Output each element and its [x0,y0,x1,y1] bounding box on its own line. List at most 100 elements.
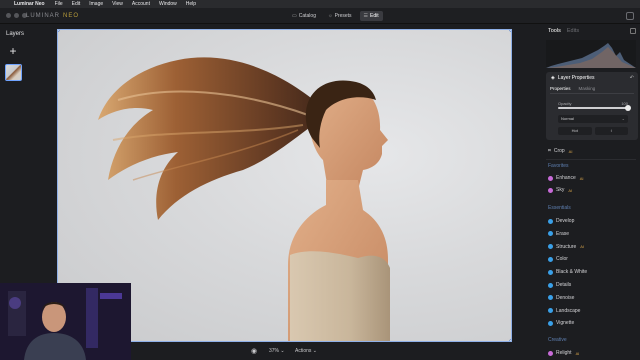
mode-switcher: ▭ Catalog ☼ Presets ☰ Edit [288,11,383,21]
crop-handle-bottom-right[interactable] [509,339,511,341]
minimize-window-button[interactable] [14,13,19,18]
ai-badge: AI [575,350,580,356]
layers-icon: ◈ [551,75,555,81]
menu-window[interactable]: Window [159,0,177,8]
layer-properties-header[interactable]: ◈ Layer Properties [551,75,595,81]
tool-icon [548,282,553,288]
blend-mode-value: Normal [561,116,574,121]
zoom-dropdown[interactable]: 37% ⌄ [269,347,285,356]
tab-presets[interactable]: ☼ Presets [324,11,356,21]
opacity-slider[interactable] [558,105,631,111]
opacity-slider-fill [558,107,628,109]
tab-edit-label: Edit [370,13,379,19]
tab-presets-label: Presets [334,13,352,19]
menu-account[interactable]: Account [132,0,150,8]
menu-image[interactable]: Image [89,0,103,8]
presets-icon: ☼ [327,13,333,19]
tab-properties[interactable]: Properties [550,86,571,91]
tool-relight[interactable]: Relight AI [548,349,579,357]
tab-catalog-label: Catalog [298,13,316,19]
section-creative: Creative [548,337,567,343]
tool-label: Color [556,256,568,263]
tool-label: Sky [556,187,565,193]
menu-view[interactable]: View [112,0,123,8]
brand-name: LUMINAR [26,13,61,19]
add-layer-button[interactable]: + [7,45,19,57]
menu-edit[interactable]: Edit [72,0,81,8]
tool-icon [548,308,553,314]
tool-erase[interactable]: Erase [548,230,569,238]
chevron-down-icon: ⌄ [621,116,625,121]
section-essentials: Essentials [548,205,571,211]
tool-label: Black & White [556,269,588,276]
tool-label: Structure [556,243,577,250]
close-window-button[interactable] [6,13,11,18]
crop-icon: ⌗ [548,148,551,154]
tab-masking[interactable]: Masking [579,86,596,91]
folder-icon: ▭ [292,13,297,19]
tool-vignette[interactable]: Vignette [548,319,574,327]
ai-badge: AI [568,187,573,193]
webcam-overlay [0,283,131,360]
tool-label: Vignette [556,320,575,327]
tool-label: Enhance [556,175,576,181]
tool-structure[interactable]: Structure AI [548,243,584,251]
export-icon[interactable] [626,12,634,20]
tool-details[interactable]: Details [548,281,571,289]
hot-button[interactable]: Hot [558,127,592,135]
tool-icon [548,187,553,193]
tab-tools[interactable]: Tools [548,28,561,34]
menu-help[interactable]: Help [186,0,196,8]
blend-mode-select[interactable]: Normal ⌄ [558,115,628,123]
layer-properties-tabs: Properties Masking [550,86,634,94]
tool-crop[interactable]: ⌗ Crop AI [548,147,572,155]
menu-bar: Luminar Neo File Edit Image View Account… [0,0,640,8]
histogram-graph [546,43,636,68]
section-favorites: Favorites [548,163,569,169]
opacity-slider-knob[interactable] [625,105,631,111]
tab-edits[interactable]: Edits [567,28,579,34]
tool-sky[interactable]: Sky AI [548,186,572,194]
presenter-video [0,283,131,360]
ai-badge: AI [579,175,584,181]
tool-label: Details [556,282,572,288]
tool-develop[interactable]: Develop [548,217,574,225]
histogram-toggle-icon[interactable] [630,28,636,34]
tool-landscape[interactable]: Landscape [548,307,580,315]
app-logo: LUMINAR NEO [26,11,79,21]
tool-label: Relight [556,350,572,356]
tab-edit[interactable]: ☰ Edit [359,11,383,21]
tool-color[interactable]: Color [548,255,568,263]
ai-badge: AI [568,148,573,154]
opacity-label: Opacity [558,101,572,106]
crop-handle-top-right[interactable] [509,30,511,32]
tool-icon [548,295,553,301]
layer-properties-title: Layer Properties [557,75,595,81]
tool-icon [548,218,553,224]
tool-black-white[interactable]: Black & White [548,268,587,276]
actions-dropdown[interactable]: Actions ⌄ [295,347,317,356]
brand-suffix: NEO [63,13,80,19]
tool-denoise[interactable]: Denoise [548,294,574,302]
sliders-icon: ☰ [363,13,368,19]
layer-thumbnail[interactable] [5,64,22,81]
layers-title: Layers [6,31,25,37]
undo-icon[interactable]: ↶ [630,75,634,81]
tool-label: Denoise [556,294,575,301]
window-controls [6,13,27,18]
tool-icon [548,244,553,250]
divider [546,159,636,160]
eye-icon[interactable]: ◉ [251,347,257,355]
layer-buttons: Hot ↕ [558,127,628,135]
flip-button[interactable]: ↕ [594,127,628,135]
tool-enhance[interactable]: Enhance AI [548,174,584,182]
layer-properties-card: ◈ Layer Properties ↶ Properties Masking … [546,72,638,140]
tool-icon [548,175,553,181]
tool-icon [548,320,553,326]
tab-catalog[interactable]: ▭ Catalog [288,11,320,21]
tool-label: Landscape [556,307,581,314]
app-menu[interactable]: Luminar Neo [14,0,45,8]
menu-file[interactable]: File [55,0,63,8]
app-toolbar: LUMINAR NEO ▭ Catalog ☼ Presets ☰ Edit [0,8,640,24]
tools-panel: Tools Edits ◈ Layer Properties ↶ Propert… [543,24,640,360]
